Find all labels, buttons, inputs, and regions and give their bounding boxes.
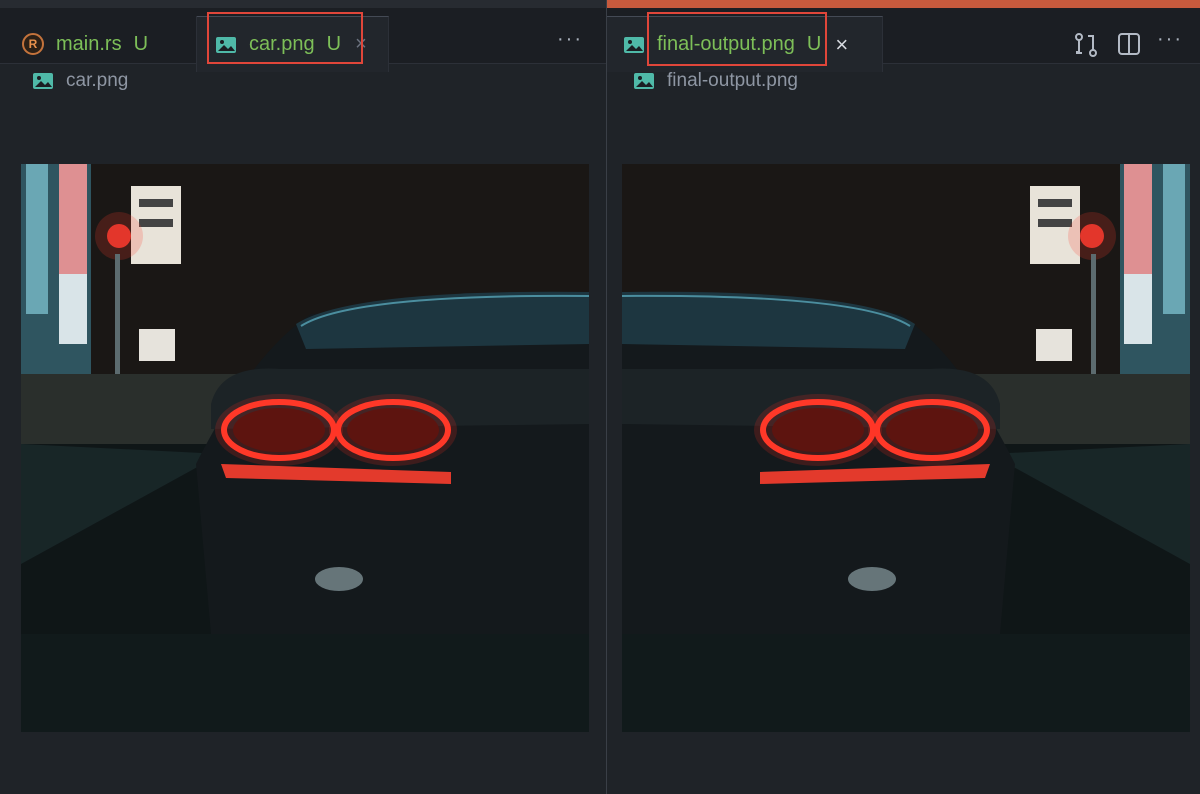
image-preview-car — [21, 164, 589, 732]
car-image-mirrored — [622, 164, 1190, 732]
left-editor-pane: R main.rs U car.png U × ··· car.png — [0, 0, 606, 794]
compare-changes-icon[interactable] — [1073, 32, 1099, 58]
more-actions-icon[interactable]: ··· — [1157, 28, 1183, 51]
more-actions-icon[interactable]: ··· — [557, 28, 583, 51]
breadcrumb[interactable]: car.png — [32, 70, 128, 92]
car-image — [21, 164, 589, 732]
tab-label: main.rs — [56, 32, 122, 55]
image-preview-final-output — [622, 164, 1190, 732]
split-editor-icon[interactable] — [1117, 32, 1141, 56]
rust-file-icon: R — [22, 33, 44, 55]
annotation-highlight-car — [207, 12, 363, 64]
annotation-highlight-final-output — [647, 12, 827, 66]
untracked-badge: U — [133, 32, 149, 55]
tab-main-rs[interactable]: R main.rs U — [0, 16, 197, 72]
breadcrumb-label: car.png — [66, 70, 129, 91]
breadcrumb[interactable]: final-output.png — [633, 70, 798, 92]
close-icon[interactable]: × — [835, 32, 848, 58]
image-file-icon — [633, 72, 655, 90]
right-editor-pane: final-output.png U × ··· final-output.pn… — [607, 0, 1200, 794]
image-file-icon — [623, 36, 645, 54]
image-file-icon — [32, 72, 54, 90]
breadcrumb-label: final-output.png — [667, 70, 798, 91]
